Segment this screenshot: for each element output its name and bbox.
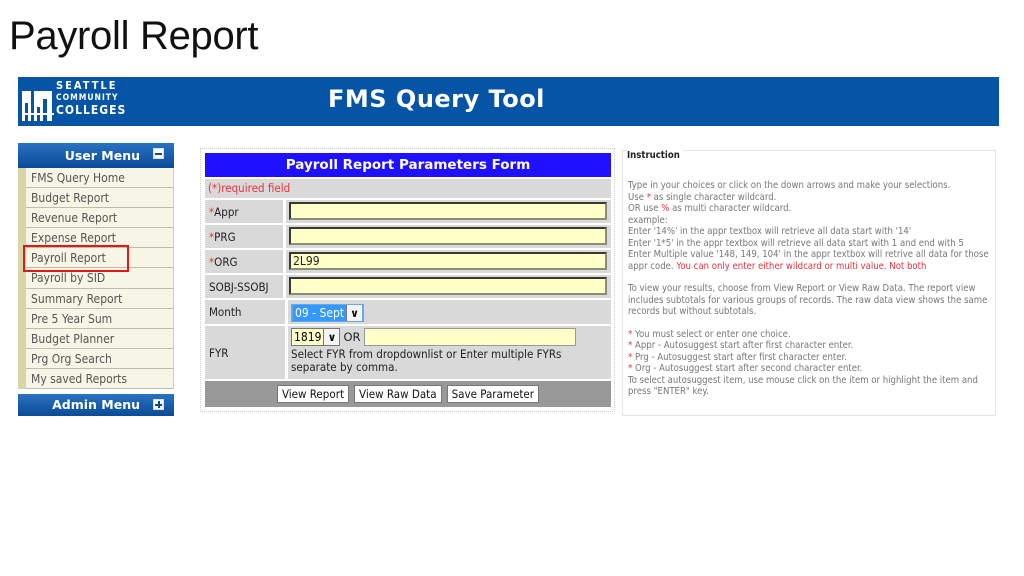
appr-row: * Appr: [205, 200, 611, 223]
form-title: Payroll Report Parameters Form: [205, 153, 611, 177]
org-input[interactable]: 2L99: [289, 252, 607, 270]
fyr-help-text: Select FYR from dropdownlist or Enter mu…: [291, 347, 562, 374]
text: Prg - Autosuggest start after first char…: [632, 351, 847, 363]
user-menu-header[interactable]: User Menu: [18, 143, 174, 168]
seattle-colleges-logo[interactable]: SEATTLE COMMUNITY COLLEGES: [22, 79, 125, 123]
note-line: * You must select or enter one choice.: [628, 329, 994, 341]
fyr-label: FYR: [205, 326, 285, 379]
appr-input[interactable]: [289, 202, 607, 220]
text: Use: [628, 191, 647, 203]
instruction-line: example:: [628, 214, 668, 226]
sidebar-item-budget-planner[interactable]: Budget Planner: [26, 329, 173, 349]
instruction-title: Instruction: [627, 150, 683, 161]
fyr-multi-input[interactable]: [363, 328, 576, 346]
appr-label-text: Appr: [214, 204, 239, 219]
month-select[interactable]: 09 - Sept ∨: [291, 304, 365, 322]
sobj-row: SOBJ-SSOBJ: [205, 275, 611, 298]
expand-plus-icon[interactable]: [153, 399, 164, 411]
view-report-button[interactable]: View Report: [276, 385, 350, 403]
fyr-row: FYR 1819 ∨ OR Select FYR from dropdownli…: [205, 326, 611, 379]
app-banner: SEATTLE COMMUNITY COLLEGES FMS Query Too…: [18, 77, 999, 126]
skyline-icon: [22, 83, 54, 121]
fyr-select[interactable]: 1819 ∨: [291, 328, 341, 346]
prg-input[interactable]: [289, 227, 607, 245]
instruction-line: OR use % as multi character wildcard.: [628, 203, 994, 215]
prg-row: * PRG: [205, 225, 611, 248]
sidebar: User Menu FMS Query Home Budget Report R…: [18, 143, 174, 417]
logo-line-1: SEATTLE: [56, 79, 118, 92]
slide-title: Payroll Report: [9, 14, 259, 58]
note-line: * Appr - Autosuggest start after first c…: [628, 340, 994, 352]
text: OR use: [628, 203, 662, 214]
fyr-selected-value: 1819: [294, 330, 322, 344]
or-label: OR: [343, 330, 361, 344]
month-selected-value: 09 - Sept: [293, 305, 347, 321]
sidebar-item-budget-report[interactable]: Budget Report: [26, 188, 173, 209]
sidebar-item-prg-org-search[interactable]: Prg Org Search: [26, 349, 173, 369]
instruction-line: Enter '1*5' in the appr textbox will ret…: [628, 237, 964, 249]
org-label-text: ORG: [214, 254, 238, 269]
text: as single character wildcard.: [650, 191, 777, 203]
instruction-panel: Instruction Type in your choices or clic…: [622, 150, 996, 416]
org-label: * ORG: [205, 250, 283, 273]
sobj-label: SOBJ-SSOBJ: [205, 275, 283, 298]
warning-text: You can only enter either wildcard or mu…: [676, 260, 927, 272]
text: Org - Autosuggest start after second cha…: [632, 363, 863, 374]
instruction-line: Use * as single character wildcard.: [628, 192, 994, 204]
month-row: Month 09 - Sept ∨: [205, 300, 611, 324]
sidebar-item-pre-5-year-sum[interactable]: Pre 5 Year Sum: [26, 309, 173, 329]
org-row: * ORG 2L99: [205, 250, 611, 273]
chevron-down-icon[interactable]: ∨: [346, 305, 363, 321]
prg-label-text: PRG: [214, 229, 236, 244]
instruction-paragraph: To view your results, choose from View R…: [628, 283, 988, 317]
text: as multi character wildcard.: [669, 203, 792, 214]
month-label: Month: [205, 300, 285, 324]
text: Appr - Autosuggest start after first cha…: [632, 340, 854, 351]
sidebar-item-fms-query-home[interactable]: FMS Query Home: [26, 168, 173, 189]
sobj-input[interactable]: [289, 277, 607, 295]
save-parameter-button[interactable]: Save Parameter: [446, 385, 540, 403]
instruction-line: Enter Multiple value '148, 149, 104' in …: [628, 249, 994, 272]
note-line: * Org - Autosuggest start after second c…: [628, 363, 994, 375]
instruction-line: Type in your choices or click on the dow…: [628, 180, 951, 191]
app-title: FMS Query Tool: [328, 85, 545, 113]
sidebar-item-my-saved-reports[interactable]: My saved Reports: [26, 369, 173, 390]
sidebar-item-payroll-report[interactable]: Payroll Report: [23, 245, 173, 273]
collapse-minus-icon[interactable]: [153, 148, 164, 159]
user-menu-list: FMS Query Home Budget Report Revenue Rep…: [18, 168, 174, 390]
logo-text: SEATTLE COMMUNITY COLLEGES: [56, 79, 127, 117]
form-button-bar: View Report View Raw Data Save Parameter: [205, 381, 611, 407]
admin-menu-label: Admin Menu: [52, 397, 140, 413]
sidebar-item-payroll-by-sid[interactable]: Payroll by SID: [26, 268, 173, 289]
sidebar-item-revenue-report[interactable]: Revenue Report: [26, 208, 173, 229]
instruction-line: To select autosuggest item, use mouse cl…: [628, 374, 978, 398]
user-menu-label: User Menu: [64, 148, 140, 163]
appr-label: * Appr: [205, 200, 283, 223]
prg-label: * PRG: [205, 225, 283, 248]
sidebar-item-summary-report[interactable]: Summary Report: [26, 289, 173, 309]
view-raw-data-button[interactable]: View Raw Data: [354, 385, 442, 403]
logo-line-3: COLLEGES: [56, 103, 127, 117]
admin-menu-header[interactable]: Admin Menu: [18, 394, 174, 417]
instruction-line: Enter '14%' in the appr textbox will ret…: [628, 226, 912, 237]
note-line: * Prg - Autosuggest start after first ch…: [628, 352, 994, 364]
instruction-body: Type in your choices or click on the dow…: [628, 180, 994, 398]
chevron-down-icon[interactable]: ∨: [323, 329, 340, 345]
text: You must select or enter one choice.: [632, 328, 791, 340]
required-field-note: (*)required field: [205, 179, 611, 198]
payroll-parameters-form: Payroll Report Parameters Form (*)requir…: [200, 148, 615, 412]
